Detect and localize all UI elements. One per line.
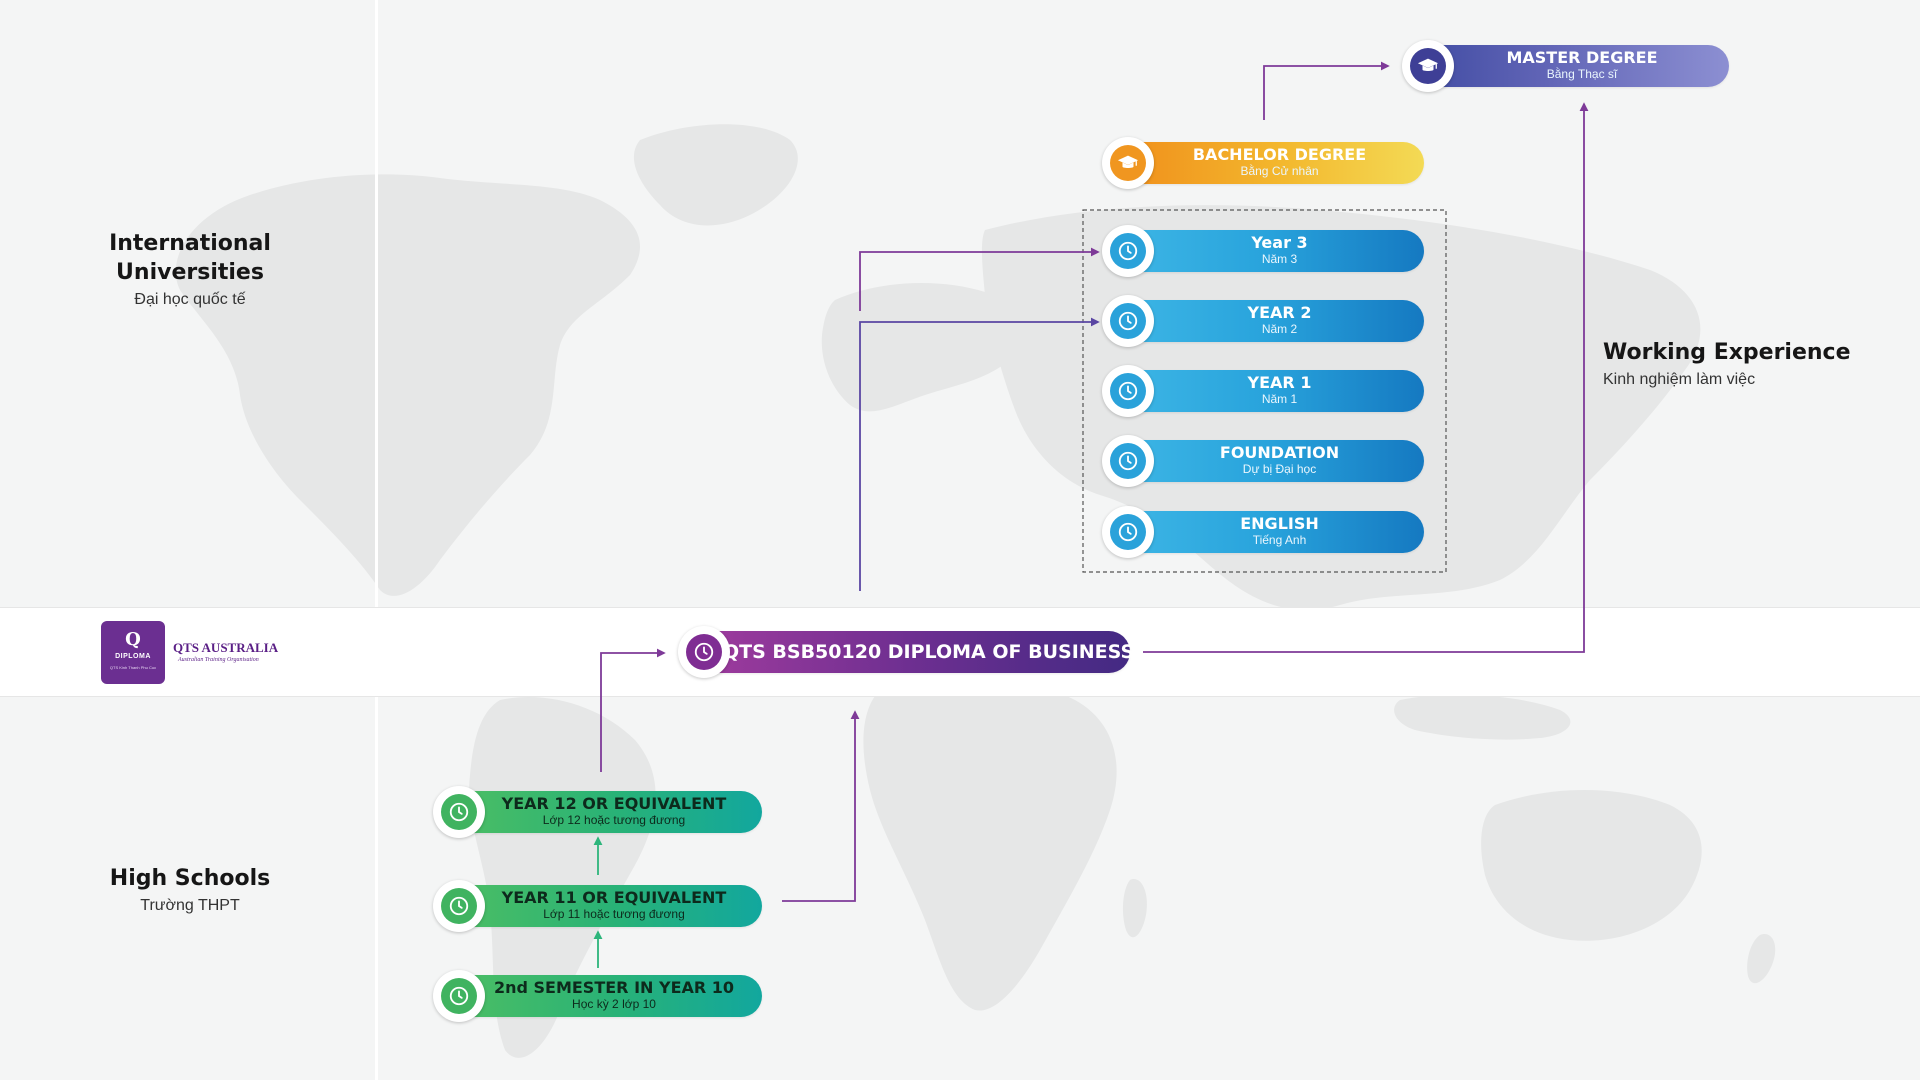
map-indonesia xyxy=(1394,694,1571,740)
node-bachelor-degree: BACHELOR DEGREE Bằng Cử nhân xyxy=(1102,137,1424,189)
node-year-3: Year 3 Năm 3 xyxy=(1102,225,1424,277)
world-map-background xyxy=(175,124,1776,1058)
node-foundation: FOUNDATION Dự bị Đại học xyxy=(1102,435,1424,487)
node-master-degree: MASTER DEGREE Bằng Thạc sĩ xyxy=(1402,40,1729,92)
node-label: MASTER DEGREE xyxy=(1506,48,1658,67)
node-sublabel: Bằng Cử nhân xyxy=(1240,164,1319,178)
node-sublabel: Bằng Thạc sĩ xyxy=(1546,67,1618,81)
section-title: High Schools xyxy=(109,866,271,891)
node-label: FOUNDATION xyxy=(1219,443,1340,462)
node-english: ENGLISH Tiếng Anh xyxy=(1102,506,1424,558)
map-australia xyxy=(1481,790,1702,941)
node-label: BACHELOR DEGREE xyxy=(1192,145,1367,164)
map-greenland xyxy=(633,124,798,226)
left-column-divider xyxy=(375,0,378,1080)
node-diploma-of-business: QTS BSB50120 DIPLOMA OF BUSINESS xyxy=(678,626,1135,678)
qts-logo: Q DIPLOMA QTS Kinh Thanh Phu Cuc xyxy=(101,621,165,684)
node-sublabel: Lớp 11 hoặc tương đương xyxy=(543,907,685,921)
node-sublabel: Năm 2 xyxy=(1261,322,1298,336)
logo-word: DIPLOMA xyxy=(115,653,151,660)
node-label: YEAR 2 xyxy=(1247,303,1312,322)
section-international-universities: International Universities Đại học quốc … xyxy=(100,229,280,309)
node-label: YEAR 1 xyxy=(1247,373,1312,392)
node-label: 2nd SEMESTER IN YEAR 10 xyxy=(493,978,735,997)
map-new-zealand xyxy=(1747,934,1776,984)
logo-glyph: Q xyxy=(125,629,141,650)
map-madagascar xyxy=(1122,879,1147,938)
node-label: YEAR 11 OR EQUIVALENT xyxy=(501,888,727,907)
node-sublabel: Năm 3 xyxy=(1261,252,1298,266)
node-label: YEAR 12 OR EQUIVALENT xyxy=(501,794,727,813)
brand-name: QTS AUSTRALIA xyxy=(173,640,279,655)
section-subtitle: Trường THPT xyxy=(140,897,240,914)
section-working-experience: Working Experience Kinh nghiệm làm việc xyxy=(1603,338,1863,389)
node-sublabel: Học kỳ 2 lớp 10 xyxy=(572,997,656,1011)
node-sublabel: Lớp 12 hoặc tương đương xyxy=(542,813,686,827)
node-sublabel: Năm 1 xyxy=(1261,392,1298,406)
section-high-schools: High Schools Trường THPT xyxy=(100,864,280,915)
node-label: ENGLISH xyxy=(1240,514,1319,533)
section-subtitle: Đại học quốc tế xyxy=(134,291,246,308)
node-sublabel: Tiếng Anh xyxy=(1252,533,1307,547)
map-africa xyxy=(863,676,1117,1011)
node-year-10-semester-2: 2nd SEMESTER IN YEAR 10 Học kỳ 2 lớp 10 xyxy=(433,970,762,1022)
node-label: Year 3 xyxy=(1251,233,1308,252)
node-label: QTS BSB50120 DIPLOMA OF BUSINESS xyxy=(723,641,1135,663)
section-title: International Universities xyxy=(109,231,271,285)
section-subtitle: Kinh nghiệm làm việc xyxy=(1603,371,1756,388)
node-sublabel: Dự bị Đại học xyxy=(1242,462,1317,476)
node-year-12: YEAR 12 OR EQUIVALENT Lớp 12 hoặc tương … xyxy=(433,786,762,838)
brand-text: QTS AUSTRALIA Australian Training Organi… xyxy=(173,640,278,663)
node-year-2: YEAR 2 Năm 2 xyxy=(1102,295,1424,347)
section-title: Working Experience xyxy=(1603,340,1851,365)
node-year-1: YEAR 1 Năm 1 xyxy=(1102,365,1424,417)
node-year-11: YEAR 11 OR EQUIVALENT Lớp 11 hoặc tương … xyxy=(433,880,762,932)
logo-subtext: QTS Kinh Thanh Phu Cuc xyxy=(109,665,157,670)
brand-tagline: Australian Training Organisation xyxy=(178,657,259,663)
